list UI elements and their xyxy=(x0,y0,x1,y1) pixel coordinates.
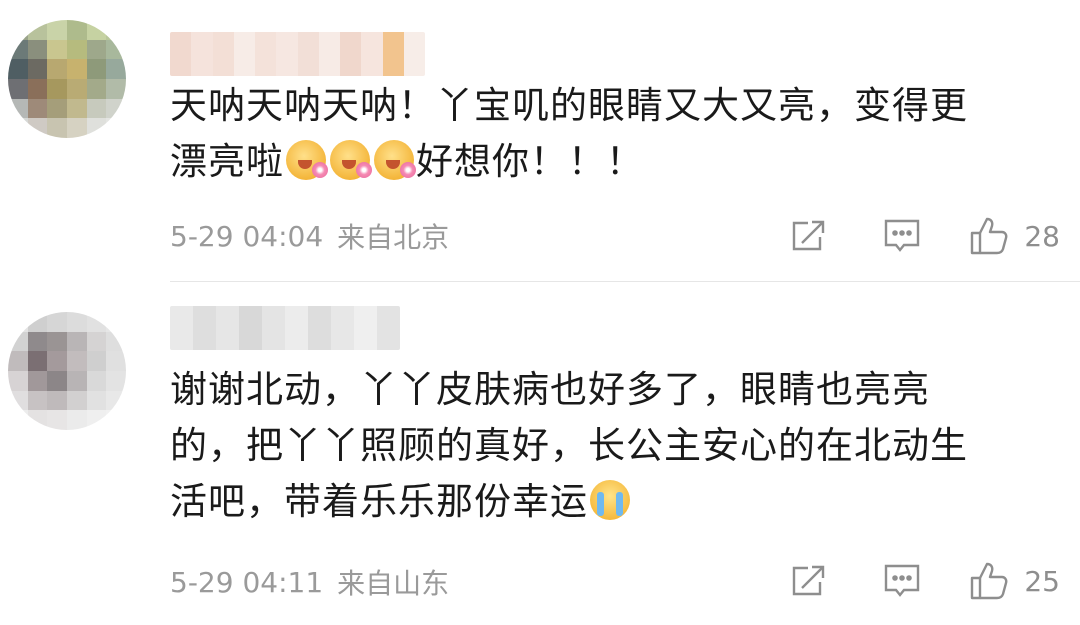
comment-text-line: 好想你！！！ xyxy=(416,140,644,183)
comment-actions: 28 xyxy=(790,214,1060,258)
username-blurred[interactable] xyxy=(170,32,425,76)
reply-button[interactable] xyxy=(882,217,922,255)
comment-date: 5-29 04:11 xyxy=(170,565,324,599)
share-button[interactable] xyxy=(790,217,828,255)
reply-button[interactable] xyxy=(882,562,922,600)
avatar[interactable] xyxy=(8,312,126,430)
flower-face-emoji xyxy=(330,140,372,180)
like-count: 25 xyxy=(1024,564,1060,598)
comment-item: 谢谢北动，丫丫皮肤病也好多了，眼睛也亮亮 的，把丫丫照顾的真好，长公主安心的在北… xyxy=(0,282,1080,625)
comment-text-line: 的，把丫丫照顾的真好，长公主安心的在北动生 xyxy=(170,424,968,467)
share-icon xyxy=(793,220,825,251)
comment-icon xyxy=(885,219,920,252)
crying-face-emoji xyxy=(590,480,630,520)
flower-face-emoji xyxy=(374,140,416,180)
comment-text-line: 谢谢北动，丫丫皮肤病也好多了，眼睛也亮亮 xyxy=(170,368,930,411)
like-button[interactable]: 28 xyxy=(968,215,1060,257)
comment-date: 5-29 04:04 xyxy=(170,219,324,253)
comment-actions: 25 xyxy=(790,559,1060,603)
comment-text-line: 活吧，带着乐乐那份幸运 xyxy=(170,480,588,523)
share-icon xyxy=(793,565,825,596)
comment-meta: 5-29 04:04 来自北京 xyxy=(170,216,449,256)
like-button[interactable]: 25 xyxy=(968,560,1060,602)
comment-item: 天呐天呐天呐！丫宝叽的眼睛又大又亮，变得更 漂亮啦 好想你！！！ 5-29 04:… xyxy=(0,0,1080,282)
flower-face-emoji xyxy=(286,140,328,180)
comment-meta: 5-29 04:11 来自山东 xyxy=(170,562,449,602)
comment-icon xyxy=(885,564,920,597)
thumbs-up-icon xyxy=(971,562,1008,600)
username-blurred[interactable] xyxy=(170,306,400,350)
thumbs-up-icon xyxy=(971,217,1008,255)
comment-text: 谢谢北动，丫丫皮肤病也好多了，眼睛也亮亮 的，把丫丫照顾的真好，长公主安心的在北… xyxy=(170,362,1050,530)
like-count: 28 xyxy=(1024,219,1060,253)
avatar[interactable] xyxy=(8,20,126,138)
comment-text-line: 天呐天呐天呐！丫宝叽的眼睛又大又亮，变得更 xyxy=(170,84,968,127)
comment-location: 来自山东 xyxy=(337,567,450,600)
comment-text-line: 漂亮啦 xyxy=(170,140,284,183)
comment-location: 来自北京 xyxy=(337,221,450,254)
share-button[interactable] xyxy=(790,562,828,600)
comment-text: 天呐天呐天呐！丫宝叽的眼睛又大又亮，变得更 漂亮啦 好想你！！！ xyxy=(170,78,1050,190)
